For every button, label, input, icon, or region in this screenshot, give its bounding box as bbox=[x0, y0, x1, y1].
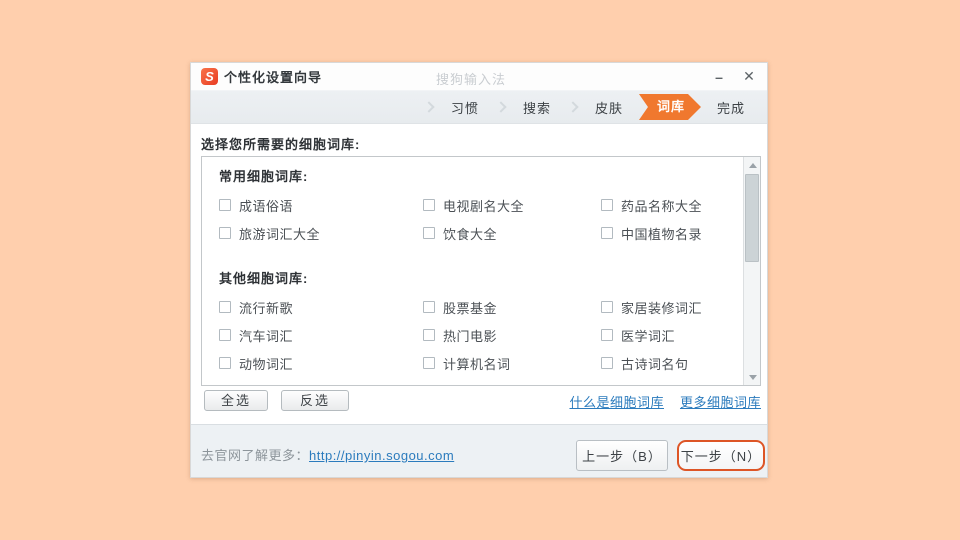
checkbox-icon[interactable] bbox=[423, 301, 435, 313]
content-area: 选择您所需要的细胞词库: 常用细胞词库: 成语俗语 电视剧名大全 药品名称大全 … bbox=[191, 124, 767, 427]
section-title-common: 常用细胞词库: bbox=[219, 165, 743, 191]
checkbox-label: 家居装修词汇 bbox=[621, 298, 702, 317]
footer-bar: 去官网了解更多：http://pinyin.sogou.com 上一步（B） 下… bbox=[191, 424, 767, 477]
scroll-up-icon[interactable] bbox=[744, 157, 761, 173]
checkbox-icon[interactable] bbox=[219, 227, 231, 239]
chevron-separator-icon bbox=[423, 101, 434, 112]
invert-selection-button[interactable]: 反选 bbox=[281, 390, 349, 411]
what-is-cell-lexicon-link[interactable]: 什么是细胞词库 bbox=[569, 392, 664, 411]
tab-finish[interactable]: 完成 bbox=[703, 98, 759, 117]
partial-item bbox=[219, 377, 423, 386]
title-bar: S 个性化设置向导 搜狗输入法 – ✕ bbox=[191, 63, 767, 90]
checkbox-label: 饮食大全 bbox=[443, 224, 497, 243]
checkbox-label: 股票基金 bbox=[443, 298, 497, 317]
checkbox-icon[interactable] bbox=[219, 199, 231, 211]
chevron-separator-icon bbox=[495, 101, 506, 112]
checkbox-icon[interactable] bbox=[423, 329, 435, 341]
next-step-button[interactable]: 下一步（N） bbox=[677, 440, 765, 471]
lexicon-checkbox-item[interactable]: 古诗词名句 bbox=[601, 349, 743, 377]
checkbox-label: 药品名称大全 bbox=[621, 196, 702, 215]
checkbox-icon[interactable] bbox=[219, 301, 231, 313]
lexicon-listbox: 常用细胞词库: 成语俗语 电视剧名大全 药品名称大全 旅游词汇大全 饮食大全 中… bbox=[201, 156, 761, 386]
checkbox-icon[interactable] bbox=[601, 301, 613, 313]
more-cell-lexicon-link[interactable]: 更多细胞词库 bbox=[680, 392, 761, 411]
checkbox-icon[interactable] bbox=[219, 357, 231, 369]
clipped-row bbox=[219, 377, 743, 386]
lexicon-checkbox-item[interactable]: 中国植物名录 bbox=[601, 219, 743, 247]
lexicon-checkbox-item[interactable]: 饮食大全 bbox=[423, 219, 601, 247]
lexicon-checkbox-item[interactable]: 成语俗语 bbox=[219, 191, 423, 219]
lexicon-checkbox-item[interactable]: 汽车词汇 bbox=[219, 321, 423, 349]
checkbox-icon[interactable] bbox=[601, 227, 613, 239]
previous-step-button[interactable]: 上一步（B） bbox=[576, 440, 668, 471]
partial-item bbox=[601, 377, 743, 386]
tab-search[interactable]: 搜索 bbox=[509, 98, 565, 117]
checkbox-label: 热门电影 bbox=[443, 326, 497, 345]
scroll-down-icon[interactable] bbox=[744, 369, 761, 385]
watermark-text: 搜狗输入法 bbox=[436, 69, 506, 88]
scrollbar[interactable] bbox=[743, 157, 760, 385]
tab-habits[interactable]: 习惯 bbox=[437, 98, 493, 117]
checkbox-label: 动物词汇 bbox=[239, 354, 293, 373]
checkbox-icon[interactable] bbox=[601, 199, 613, 211]
checkbox-icon[interactable] bbox=[601, 357, 613, 369]
chevron-separator-icon bbox=[567, 101, 578, 112]
tab-lexicon-active[interactable]: 词库 bbox=[639, 94, 701, 120]
checkbox-icon[interactable] bbox=[219, 329, 231, 341]
official-site-label: 去官网了解更多： bbox=[201, 448, 309, 463]
lexicon-checkbox-item[interactable]: 热门电影 bbox=[423, 321, 601, 349]
scrollbar-thumb[interactable] bbox=[745, 174, 759, 262]
select-all-button[interactable]: 全选 bbox=[204, 390, 268, 411]
sogou-logo-icon: S bbox=[201, 68, 218, 85]
lexicon-checkbox-item[interactable]: 计算机名词 bbox=[423, 349, 601, 377]
minimize-button[interactable]: – bbox=[709, 68, 729, 86]
lexicon-checkbox-item[interactable]: 药品名称大全 bbox=[601, 191, 743, 219]
lexicon-checkbox-item[interactable]: 股票基金 bbox=[423, 293, 601, 321]
lexicon-checkbox-item[interactable]: 家居装修词汇 bbox=[601, 293, 743, 321]
window-title: 个性化设置向导 bbox=[224, 67, 322, 86]
checkbox-label: 流行新歌 bbox=[239, 298, 293, 317]
lexicon-checkbox-item[interactable]: 动物词汇 bbox=[219, 349, 423, 377]
checkbox-icon[interactable] bbox=[423, 357, 435, 369]
checkbox-label: 中国植物名录 bbox=[621, 224, 702, 243]
checkbox-icon[interactable] bbox=[423, 199, 435, 211]
checkbox-label: 成语俗语 bbox=[239, 196, 293, 215]
wizard-steps: 习惯 搜索 皮肤 词库 完成 bbox=[191, 90, 767, 124]
wizard-window: S 个性化设置向导 搜狗输入法 – ✕ 习惯 搜索 皮肤 词库 完成 选择您所需… bbox=[190, 62, 768, 478]
close-button[interactable]: ✕ bbox=[739, 68, 759, 86]
lexicon-checkbox-item[interactable]: 电视剧名大全 bbox=[423, 191, 601, 219]
checkbox-label: 医学词汇 bbox=[621, 326, 675, 345]
lexicon-checkbox-item[interactable]: 流行新歌 bbox=[219, 293, 423, 321]
tab-skins[interactable]: 皮肤 bbox=[581, 98, 637, 117]
lexicon-checkbox-item[interactable]: 旅游词汇大全 bbox=[219, 219, 423, 247]
partial-item bbox=[423, 377, 601, 386]
section-title-other: 其他细胞词库: bbox=[219, 267, 743, 293]
checkbox-label: 旅游词汇大全 bbox=[239, 224, 320, 243]
official-site-text: 去官网了解更多：http://pinyin.sogou.com bbox=[201, 445, 454, 464]
lexicon-checkbox-item[interactable]: 医学词汇 bbox=[601, 321, 743, 349]
checkbox-label: 古诗词名句 bbox=[621, 354, 689, 373]
checkbox-label: 电视剧名大全 bbox=[443, 196, 524, 215]
official-site-link[interactable]: http://pinyin.sogou.com bbox=[309, 448, 454, 463]
checkbox-label: 汽车词汇 bbox=[239, 326, 293, 345]
checkbox-icon[interactable] bbox=[423, 227, 435, 239]
checkbox-label: 计算机名词 bbox=[443, 354, 511, 373]
page-title: 选择您所需要的细胞词库: bbox=[201, 134, 360, 153]
checkbox-icon[interactable] bbox=[601, 329, 613, 341]
